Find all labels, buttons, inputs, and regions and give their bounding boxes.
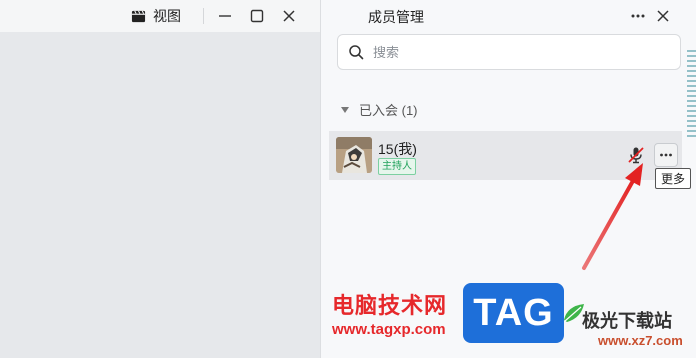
panel-title: 成员管理: [368, 9, 424, 25]
search-icon: [349, 45, 364, 60]
avatar: [336, 137, 372, 173]
tag-logo: TAG: [463, 283, 564, 343]
caret-down-icon: [341, 106, 349, 113]
panel-close-button[interactable]: [652, 5, 674, 27]
maximize-button[interactable]: [246, 5, 268, 27]
view-label: 视图: [153, 8, 181, 24]
more-tooltip: 更多: [655, 168, 692, 189]
more-horizontal-icon: [660, 153, 672, 157]
minimize-icon: [219, 15, 231, 17]
clapperboard-icon: [131, 10, 146, 22]
view-button[interactable]: 视图: [131, 6, 181, 26]
close-icon: [283, 10, 295, 22]
meeting-video-area: [0, 0, 320, 358]
more-horizontal-icon: [631, 14, 645, 18]
watermark-url: www.tagxp.com: [332, 321, 446, 338]
toolbar-divider: [203, 8, 204, 24]
search-box[interactable]: [337, 34, 681, 70]
mic-muted-icon[interactable]: [627, 146, 645, 164]
search-input[interactable]: [371, 43, 665, 61]
minimize-button[interactable]: [214, 5, 236, 27]
watermark-site-name: 极光下载站: [582, 311, 672, 331]
watermark-site-url: www.xz7.com: [598, 333, 683, 348]
window-close-button[interactable]: [278, 5, 300, 27]
member-row[interactable]: 15(我) 主持人: [329, 131, 682, 180]
close-icon: [657, 10, 669, 22]
watermark-cn: 电脑技术网: [332, 293, 448, 318]
background-edge: [687, 50, 696, 140]
top-toolbar: 视图: [0, 0, 320, 32]
joined-group-header[interactable]: 已入会 (1): [341, 100, 418, 119]
joined-group-label: 已入会 (1): [359, 103, 418, 118]
host-badge: 主持人: [378, 158, 416, 175]
panel-more-button[interactable]: [627, 5, 649, 27]
maximize-icon: [250, 9, 264, 23]
member-name: 15(我): [378, 141, 417, 157]
member-more-button[interactable]: [654, 143, 678, 167]
